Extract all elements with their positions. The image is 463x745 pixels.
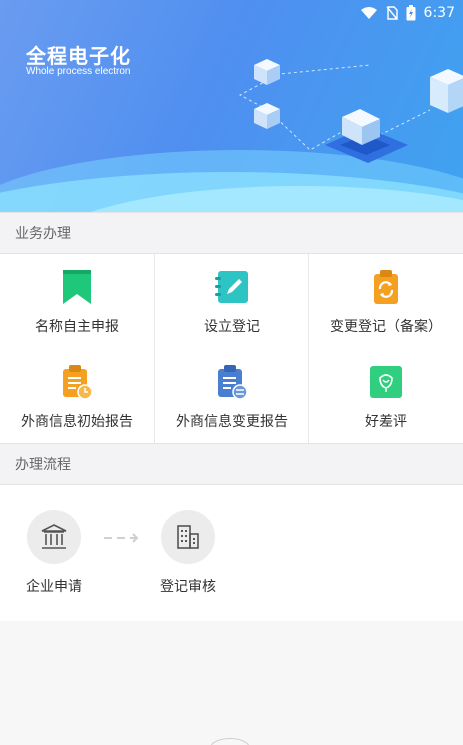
cube-icon: [430, 69, 463, 113]
section-header-business: 业务办理: [0, 212, 463, 254]
clipboard-report-icon: [63, 365, 93, 399]
service-label: 设立登记: [204, 319, 260, 335]
service-label: 外商信息初始报告: [21, 414, 133, 430]
banner-subtitle: Whole process electron: [26, 66, 131, 77]
flow-arrow-icon: [104, 533, 139, 543]
grid-divider: [308, 254, 309, 443]
header-banner: 6:37 全程电子化 Whole process electron: [0, 0, 463, 212]
clipboard-exchange-icon: [218, 365, 248, 399]
service-grid: 名称自主申报 设立登记 变更登记（备案） 外商信息初始报告 外商信息变更报告 好…: [0, 254, 463, 443]
notebook-pen-icon: [215, 271, 248, 303]
service-establishment-registration[interactable]: 设立登记: [155, 254, 309, 348]
service-change-registration[interactable]: 变更登记（备案）: [309, 254, 463, 348]
isometric-illustration: [238, 59, 463, 163]
service-rating[interactable]: 好差评: [309, 349, 463, 443]
bookmark-icon: [63, 270, 91, 304]
office-building-icon: [177, 525, 199, 549]
service-label: 名称自主申报: [35, 319, 119, 335]
status-time: 6:37: [423, 5, 455, 21]
banner-title: 全程电子化: [26, 44, 131, 68]
service-label: 变更登记（备案）: [330, 319, 442, 335]
no-sim-icon: [386, 6, 398, 20]
bank-building-icon: [41, 524, 67, 549]
flow-step-label: 登记审核: [160, 579, 216, 595]
flow-step-label: 企业申请: [26, 579, 82, 595]
process-flow: 企业申请 登记审核: [0, 485, 463, 621]
grid-divider: [154, 254, 155, 443]
section-header-process: 办理流程: [0, 443, 463, 485]
flow-step-circle: [161, 510, 215, 564]
flow-step-registration-review[interactable]: 登记审核: [148, 510, 228, 596]
bottom-indicator: [210, 738, 250, 745]
service-foreign-initial-report[interactable]: 外商信息初始报告: [0, 349, 154, 443]
battery-charging-icon: [406, 5, 416, 21]
cube-icon: [254, 103, 280, 129]
service-name-declaration[interactable]: 名称自主申报: [0, 254, 154, 348]
service-label: 外商信息变更报告: [176, 414, 288, 430]
service-foreign-change-report[interactable]: 外商信息变更报告: [155, 349, 309, 443]
clipboard-refresh-icon: [374, 270, 398, 304]
cube-icon: [254, 59, 280, 85]
flow-step-circle: [27, 510, 81, 564]
status-bar: 6:37: [360, 0, 463, 26]
flow-step-enterprise-apply[interactable]: 企业申请: [14, 510, 94, 596]
rating-icon: [370, 366, 402, 398]
service-label: 好差评: [365, 414, 407, 430]
wifi-icon: [360, 7, 377, 19]
